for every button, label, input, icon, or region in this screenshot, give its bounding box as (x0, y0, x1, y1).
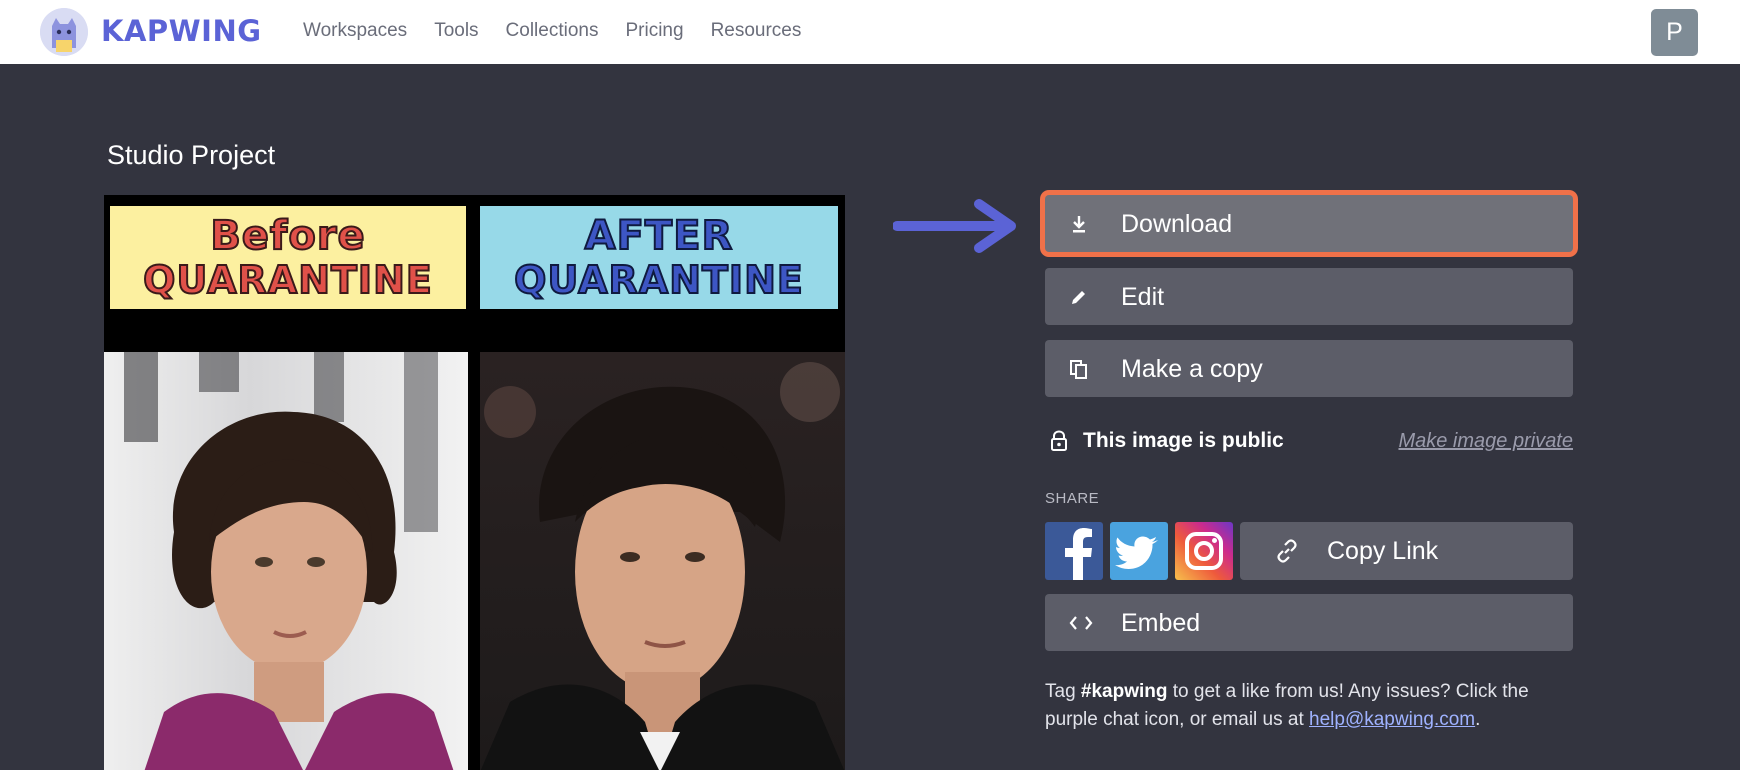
instagram-icon (1185, 532, 1223, 570)
copy-link-button[interactable]: Copy Link (1240, 522, 1573, 580)
before-line1: Before (209, 212, 366, 259)
page-title: Studio Project (107, 140, 276, 170)
make-copy-button[interactable]: Make a copy (1045, 340, 1573, 397)
pointer-arrow-icon (893, 199, 1016, 253)
nav-resources[interactable]: Resources (711, 18, 802, 44)
hashtag-text: #kapwing (1080, 681, 1168, 702)
copy-icon (1068, 358, 1118, 380)
make-private-link[interactable]: Make image private (1398, 430, 1573, 453)
nav-pricing[interactable]: Pricing (625, 18, 683, 44)
make-copy-label: Make a copy (1121, 354, 1263, 383)
before-photo (104, 352, 468, 770)
help-text-part3: . (1475, 709, 1481, 730)
after-line2: QUARANTINE (513, 257, 804, 303)
support-email-link[interactable]: help@kapwing.com (1309, 709, 1475, 730)
after-panel: AFTER QUARANTINE (480, 206, 838, 309)
instagram-share-button[interactable] (1175, 522, 1233, 580)
help-text: Tag #kapwing to get a like from us! Any … (1045, 678, 1565, 734)
after-line1: AFTER (584, 212, 734, 259)
public-status-text: This image is public (1083, 429, 1284, 452)
kapwing-logo-icon[interactable] (40, 8, 88, 56)
before-panel: Before QUARANTINE (110, 206, 466, 309)
main-nav: Workspaces Tools Collections Pricing Res… (303, 18, 828, 44)
code-icon (1068, 612, 1118, 634)
top-navbar: KAPWING Workspaces Tools Collections Pri… (0, 0, 1740, 64)
logo-text[interactable]: KAPWING (101, 12, 262, 50)
nav-collections[interactable]: Collections (506, 18, 599, 44)
edit-button[interactable]: Edit (1045, 268, 1573, 325)
download-button[interactable]: Download (1045, 195, 1573, 252)
visibility-row: This image is public Make image private (1049, 426, 1573, 456)
embed-button[interactable]: Embed (1045, 594, 1573, 651)
link-icon (1274, 538, 1324, 564)
twitter-icon (1115, 536, 1158, 569)
download-label: Download (1121, 209, 1233, 238)
facebook-icon (1065, 528, 1092, 580)
nav-workspaces[interactable]: Workspaces (303, 18, 407, 44)
embed-label: Embed (1121, 608, 1201, 637)
before-line2: QUARANTINE (142, 257, 433, 303)
facebook-share-button[interactable] (1045, 522, 1103, 580)
nav-tools[interactable]: Tools (434, 18, 478, 44)
help-text-part1: Tag (1045, 681, 1081, 702)
after-photo (480, 352, 845, 770)
twitter-share-button[interactable] (1110, 522, 1168, 580)
download-icon (1068, 213, 1118, 235)
project-image-preview: Before QUARANTINE AFTER QUARANTINE (104, 195, 845, 770)
lock-icon (1049, 430, 1077, 452)
share-label: SHARE (1045, 490, 1100, 507)
edit-label: Edit (1121, 282, 1165, 311)
copy-link-label: Copy Link (1327, 537, 1439, 565)
user-avatar[interactable]: P (1651, 9, 1698, 56)
pencil-icon (1068, 286, 1118, 308)
